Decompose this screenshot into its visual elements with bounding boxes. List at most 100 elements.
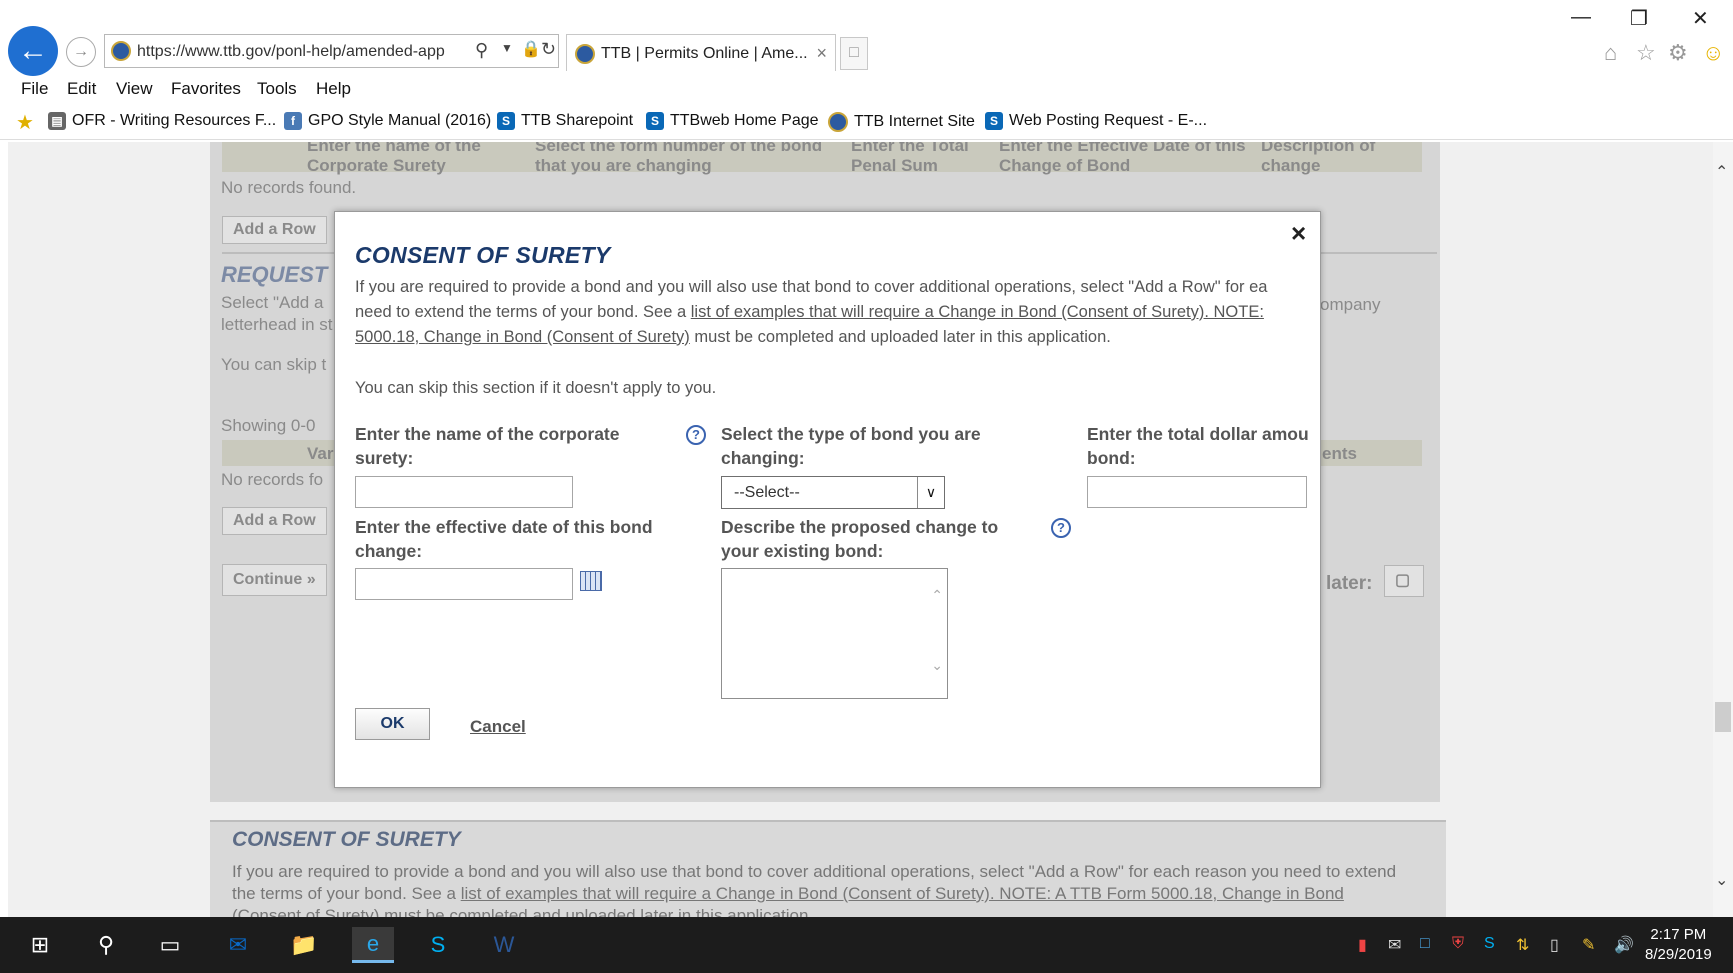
sharepoint-icon: S xyxy=(985,112,1003,130)
dropdown-icon[interactable]: ▼ xyxy=(501,41,513,55)
file-explorer-icon[interactable]: 📁 xyxy=(286,927,322,963)
examples-link[interactable]: list of examples that will require a Cha… xyxy=(691,303,1264,321)
internet-explorer-icon[interactable]: e xyxy=(352,927,394,963)
chevron-down-icon[interactable]: ∨ xyxy=(917,477,944,508)
add-row-button[interactable]: Add a Row xyxy=(222,507,327,535)
refresh-icon[interactable]: ↻ xyxy=(541,39,556,60)
fav-ofr[interactable]: ▤ OFR - Writing Resources F... xyxy=(48,112,276,130)
fav-ttb-internet[interactable]: TTB Internet Site xyxy=(828,112,975,132)
settings-gear-icon[interactable]: ⚙ xyxy=(1668,40,1688,66)
address-bar[interactable]: https://www.ttb.gov/ponl-help/amended-ap… xyxy=(104,34,559,68)
help-icon[interactable]: ? xyxy=(1051,518,1071,538)
shield-icon[interactable]: ⛨ xyxy=(1452,935,1464,953)
cancel-button[interactable]: Cancel xyxy=(470,717,526,737)
back-button[interactable]: ← xyxy=(8,26,58,76)
label-line: changing: xyxy=(721,448,805,468)
col-header: Corporate Surety xyxy=(307,156,446,175)
effective-date-input[interactable] xyxy=(355,568,573,600)
label-line: Select the type of bond you are xyxy=(721,424,981,444)
request-text: ompany xyxy=(1320,295,1381,314)
search-icon[interactable]: ⚲ xyxy=(88,927,124,963)
help-icon[interactable]: ? xyxy=(686,425,706,445)
scrollbar[interactable]: ⌃ ⌄ xyxy=(1713,142,1733,917)
restore-icon[interactable]: ❐ xyxy=(1630,6,1648,31)
total-amount-input[interactable] xyxy=(1087,476,1307,508)
scroll-down-icon[interactable]: ⌄ xyxy=(931,657,943,674)
tab-ttb-permits[interactable]: TTB | Permits Online | Ame... × xyxy=(566,34,836,71)
dialog-title: CONSENT OF SURETY xyxy=(355,242,611,268)
network-icon[interactable]: ⇅ xyxy=(1516,935,1529,955)
menu-edit[interactable]: Edit xyxy=(67,79,96,99)
change-description-textarea[interactable]: ⌃ ⌄ xyxy=(721,568,948,699)
outlook-icon[interactable]: ✉ xyxy=(220,927,256,963)
col-header: Var xyxy=(307,444,334,463)
scroll-up-icon[interactable]: ⌃ xyxy=(1715,162,1728,182)
lock-icon[interactable]: 🔒 xyxy=(521,39,541,59)
forward-button[interactable]: → xyxy=(66,37,96,67)
tab-title: TTB | Permits Online | Ame... xyxy=(601,45,808,62)
favorites-star-icon[interactable]: ☆ xyxy=(1636,40,1656,66)
add-row-button[interactable]: Add a Row xyxy=(222,216,327,244)
skype-tray-icon[interactable]: S xyxy=(1484,935,1495,953)
bond-type-label: Select the type of bond you are changing… xyxy=(721,422,981,470)
save-icon[interactable]: ▢ xyxy=(1384,565,1424,597)
form-5000-18-link[interactable]: 5000.18, Change in Bond (Consent of Sure… xyxy=(355,328,690,346)
search-icon[interactable]: ⚲ xyxy=(475,40,488,61)
usb-icon[interactable]: ▯ xyxy=(1550,935,1559,955)
fav-sharepoint[interactable]: S TTB Sharepoint xyxy=(497,112,633,130)
col-header: ents xyxy=(1322,444,1357,463)
menu-tools[interactable]: Tools xyxy=(257,79,297,99)
dialog-intro: If you are required to provide a bond an… xyxy=(355,275,1320,350)
sharepoint-icon: S xyxy=(646,112,664,130)
tab-favicon-icon xyxy=(575,44,595,64)
label-line: change: xyxy=(355,541,423,561)
scroll-up-icon[interactable]: ⌃ xyxy=(931,587,943,604)
ok-button[interactable]: OK xyxy=(355,708,430,740)
col-header: Enter the name of the xyxy=(307,142,481,155)
calendar-icon[interactable] xyxy=(580,571,602,591)
bond-type-select[interactable]: --Select-- ∨ xyxy=(721,476,945,509)
window-close-icon[interactable]: ✕ xyxy=(1692,6,1709,31)
col-header: that you are changing xyxy=(535,156,712,175)
volume-icon[interactable]: 🔊 xyxy=(1614,935,1634,955)
outlook-tray-icon[interactable]: □ xyxy=(1420,935,1430,953)
feedback-smiley-icon[interactable]: ☺ xyxy=(1702,40,1724,66)
minimize-icon[interactable]: — xyxy=(1571,6,1591,29)
label-line: your existing bond: xyxy=(721,541,884,561)
close-icon[interactable]: × xyxy=(1291,218,1306,249)
scroll-down-icon[interactable]: ⌄ xyxy=(1715,870,1728,890)
menu-help[interactable]: Help xyxy=(316,79,351,99)
label-line: Enter the name of the corporate xyxy=(355,424,620,444)
consent-text: If you are required to provide a bond an… xyxy=(232,862,1397,881)
col-header: Penal Sum xyxy=(851,156,938,175)
home-icon[interactable]: ⌂ xyxy=(1604,40,1617,66)
continue-button[interactable]: Continue » xyxy=(222,564,327,596)
fav-gpo[interactable]: f GPO Style Manual (2016) xyxy=(284,112,491,130)
mail-icon[interactable]: ✉ xyxy=(1388,935,1401,955)
word-icon[interactable]: W xyxy=(486,927,522,963)
col-header: Enter the Effective Date of this xyxy=(999,142,1246,155)
no-records-text: No records found. xyxy=(221,178,357,197)
task-view-icon[interactable]: ▭ xyxy=(152,927,188,963)
col-header: Change of Bond xyxy=(999,156,1131,175)
new-tab-button[interactable]: □ xyxy=(840,37,868,70)
surety-name-input[interactable] xyxy=(355,476,573,508)
notes-icon[interactable]: ✎ xyxy=(1582,935,1595,955)
fav-ttbweb[interactable]: S TTBweb Home Page xyxy=(646,112,819,130)
examples-link[interactable]: list of examples that will require a Cha… xyxy=(461,884,1344,903)
fav-web-posting[interactable]: S Web Posting Request - E-... xyxy=(985,112,1207,130)
skype-icon[interactable]: S xyxy=(420,927,456,963)
label-line: bond: xyxy=(1087,448,1136,468)
scroll-thumb[interactable] xyxy=(1715,702,1731,732)
menu-view[interactable]: View xyxy=(116,79,153,99)
add-favorite-star-icon[interactable]: ★ xyxy=(16,110,34,135)
request-text: letterhead in st xyxy=(221,315,333,334)
system-clock[interactable]: 2:17 PM 8/29/2019 xyxy=(1645,925,1712,965)
menu-file[interactable]: File xyxy=(21,79,48,99)
windows-start-icon[interactable]: ⊞ xyxy=(22,927,58,963)
tray-app-icon[interactable]: ▮ xyxy=(1358,935,1367,955)
tab-close-icon[interactable]: × xyxy=(816,43,827,64)
consent-text: the terms of your bond. See a list of ex… xyxy=(232,884,1344,904)
menu-favorites[interactable]: Favorites xyxy=(171,79,241,99)
col-header: change xyxy=(1261,156,1321,175)
